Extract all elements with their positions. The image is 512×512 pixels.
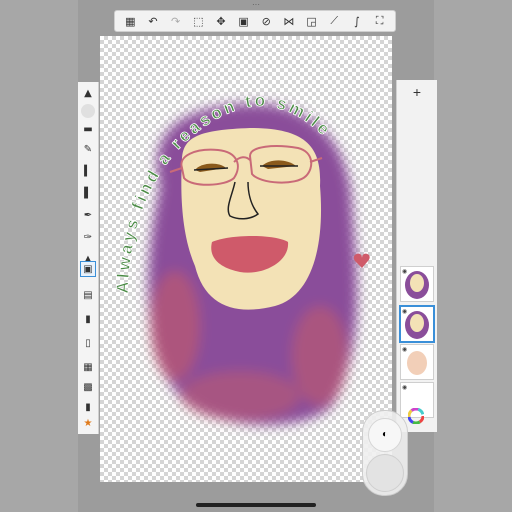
shapes-icon[interactable]: ◲ [303,12,321,30]
chalk-brush-icon[interactable]: ▩ [81,380,95,394]
brush-size-icon[interactable] [81,104,95,118]
gallery-icon[interactable]: ▦ [121,12,139,30]
textured-brush-icon[interactable]: ▦ [81,360,95,374]
add-layer-button[interactable]: + [397,82,437,102]
left-bar [0,0,78,512]
ink-pen-icon[interactable]: ▍ [81,164,95,178]
top-toolbar: ▦ ↶ ↷ ⬚ ✥ ▣ ⊘ ⋈ ◲ ⟋ ∫ ⛶ [114,10,396,32]
pencil-brush-icon[interactable]: ✎ [81,142,95,156]
technical-pen-icon[interactable]: ✒ [81,208,95,222]
artwork: Always find a reason to smile [113,90,370,425]
puck-button[interactable] [366,454,404,492]
calligraphy-pen-icon[interactable]: ✑ [81,230,95,244]
multitask-handle[interactable]: ··· [250,1,262,9]
move-icon[interactable]: ✥ [212,12,230,30]
brush-palette: ▲ ▬ ✎ ▍ ▌ ✒ ✑ ▲ ▣ ▤ ▮ ▯ ▦ ▩ ▮ ★ [78,82,99,434]
right-bar [434,0,512,512]
layer-thumbnail[interactable]: ◉ [400,266,434,302]
pastel-brush-icon[interactable]: ▮ [81,400,95,414]
favorites-star-icon[interactable]: ★ [81,416,95,430]
layers-panel: + ◉ ◉ ◉ ◉ [396,80,437,432]
brush-tool-icon[interactable]: ▬ [81,122,95,136]
smudge-brush-icon[interactable]: ▮ [81,312,95,326]
face [181,128,322,310]
visibility-eye-icon[interactable]: ◉ [402,308,407,315]
airbrush-icon[interactable]: ▣ [80,261,96,277]
marker-brush-icon[interactable]: ▌ [81,186,95,200]
eraser-brush-icon[interactable]: ▯ [81,336,95,350]
ruler-icon[interactable]: ⊘ [257,12,275,30]
symmetry-icon[interactable]: ⋈ [280,12,298,30]
select-icon[interactable]: ⬚ [189,12,207,30]
blender-brush-icon[interactable]: ▤ [81,288,95,302]
visibility-eye-icon[interactable]: ◉ [402,268,407,275]
layer-thumbnail[interactable]: ◉ [400,344,434,380]
visibility-eye-icon[interactable]: ◉ [402,346,407,353]
perspective-icon[interactable]: ⟋ [325,12,343,30]
stroke-icon[interactable]: ∫ [348,12,366,30]
brush-library-icon[interactable]: ▲ [81,86,95,100]
drawing-canvas[interactable]: Always find a reason to smile [100,36,392,482]
visibility-eye-icon[interactable]: ◉ [402,384,407,391]
redo-icon[interactable]: ↷ [167,12,185,30]
undo-icon[interactable]: ↶ [144,12,162,30]
puck-brush-icon[interactable]: ◐ [368,418,402,452]
color-picker-icon[interactable] [405,405,427,427]
fullscreen-icon[interactable]: ⛶ [371,12,389,30]
layer-thumbnail-selected[interactable]: ◉ [399,305,435,343]
home-indicator[interactable] [196,503,316,507]
crop-icon[interactable]: ▣ [235,12,253,30]
